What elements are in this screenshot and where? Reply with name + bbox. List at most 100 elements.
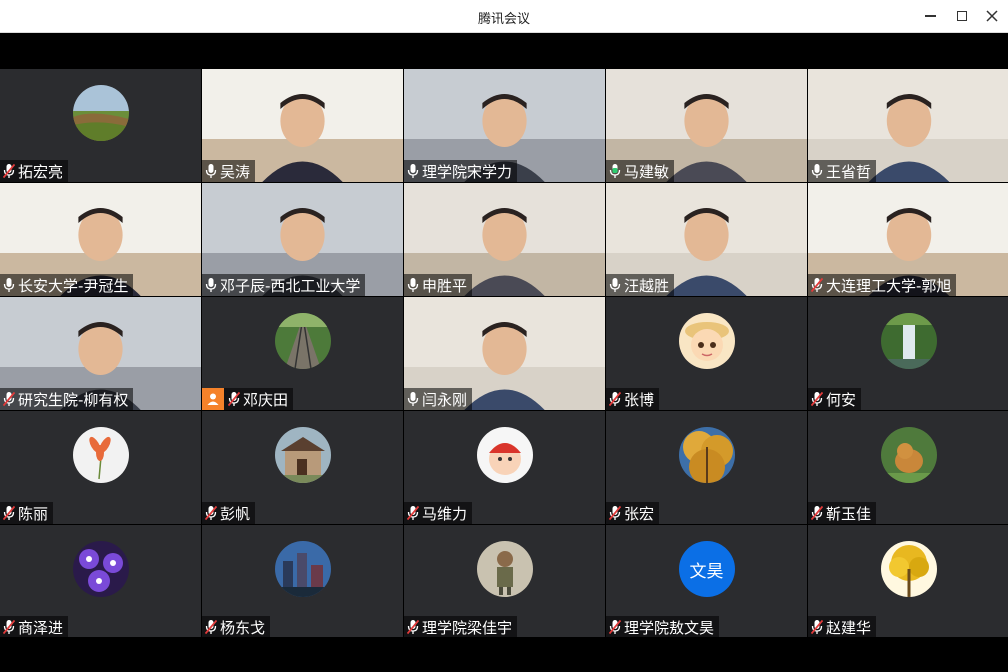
participant-name: 理学院梁佳宇 (422, 618, 513, 637)
landscape-avatar-image (72, 85, 129, 141)
participant-name: 闫永刚 (422, 390, 468, 409)
cartoon-boy-avatar-image (678, 313, 735, 369)
minimize-button[interactable] (916, 3, 944, 29)
participant-tile[interactable]: 张宏 (606, 411, 807, 524)
participant-tile[interactable]: 吴涛 (202, 69, 403, 182)
participant-name: 靳玉佳 (826, 504, 872, 523)
participant-name: 申胜平 (422, 276, 468, 295)
child-photo-avatar-image (476, 541, 533, 597)
mic-muted-icon (811, 277, 823, 293)
participant-tile[interactable]: 邓子辰-西北工业大学 (202, 183, 403, 296)
participant-tile[interactable]: 张博 (606, 297, 807, 410)
avatar (881, 427, 937, 483)
name-bar: 长安大学-尹冠生 (0, 274, 134, 296)
avatar-initials: 文昊 (689, 561, 724, 582)
name-bar: 靳玉佳 (808, 502, 877, 524)
mic-muted-icon (3, 619, 15, 635)
city-night-avatar-image (274, 541, 331, 597)
avatar (274, 313, 331, 369)
microphone-icon (609, 164, 621, 178)
top-toolbar-area (0, 33, 1008, 69)
participant-tile[interactable]: 大连理工大学-郭旭 (808, 183, 1008, 296)
participant-tile[interactable]: 拓宏亮 (0, 69, 201, 182)
name-bar: 理学院宋学力 (404, 160, 518, 182)
participant-name: 马建敏 (624, 162, 670, 181)
name-bar: 商泽进 (0, 616, 69, 638)
avatar (274, 541, 331, 597)
participant-name: 马维力 (422, 504, 468, 523)
participant-name: 大连理工大学-郭旭 (826, 276, 952, 295)
participant-tile[interactable]: 马建敏 (606, 69, 807, 182)
participant-name: 理学院宋学力 (422, 162, 513, 181)
participant-tile[interactable]: 马维力 (404, 411, 605, 524)
participant-name: 王省哲 (826, 162, 872, 181)
participant-tile[interactable]: 长安大学-尹冠生 (0, 183, 201, 296)
close-button[interactable] (978, 3, 1006, 29)
window-title: 腾讯会议 (477, 12, 530, 27)
name-bar: 理学院梁佳宇 (404, 616, 518, 638)
participant-tile[interactable]: 靳玉佳 (808, 411, 1008, 524)
house-avatar-image (274, 427, 331, 483)
participant-tile[interactable]: 理学院梁佳宇 (404, 525, 605, 638)
mic-muted-icon (811, 391, 823, 407)
participant-name: 何安 (826, 390, 857, 409)
microphone-icon (811, 164, 823, 178)
participant-tile[interactable]: 何安 (808, 297, 1008, 410)
participant-tile[interactable]: 闫永刚 (404, 297, 605, 410)
bottom-toolbar-area (0, 637, 1008, 672)
avatar (678, 313, 735, 369)
name-bar: 张宏 (606, 502, 660, 524)
participant-name: 汪越胜 (624, 276, 670, 295)
participant-name: 杨东戈 (220, 618, 266, 637)
participant-tile[interactable]: 邓庆田 (202, 297, 403, 410)
participant-tile[interactable]: 陈丽 (0, 411, 201, 524)
name-bar: 陈丽 (0, 502, 54, 524)
mic-muted-icon (228, 391, 240, 407)
mic-muted-icon (407, 505, 419, 521)
microphone-icon (3, 278, 15, 292)
participant-tile[interactable]: 王省哲 (808, 69, 1008, 182)
microphone-icon (205, 278, 217, 292)
participant-tile[interactable]: 研究生院-柳有权 (0, 297, 201, 410)
name-bar: 马维力 (404, 502, 473, 524)
maximize-button[interactable] (948, 3, 976, 29)
name-bar: 闫永刚 (404, 388, 473, 410)
golden-tree-avatar-image (881, 541, 937, 597)
participant-tile[interactable]: 杨东戈 (202, 525, 403, 638)
participant-tile[interactable]: 理学院宋学力 (404, 69, 605, 182)
host-user-icon (202, 388, 224, 410)
participant-name: 邓子辰-西北工业大学 (220, 276, 361, 295)
flower-avatar-image (72, 427, 129, 483)
participant-tile[interactable]: 申胜平 (404, 183, 605, 296)
avatar (881, 541, 937, 597)
name-bar: 大连理工大学-郭旭 (808, 274, 957, 296)
participant-name: 赵建华 (826, 618, 872, 637)
waterfall-avatar-image (881, 313, 937, 369)
name-bar: 吴涛 (202, 160, 256, 182)
participant-tile[interactable]: 汪越胜 (606, 183, 807, 296)
avatar (678, 427, 735, 483)
microphone-icon (609, 278, 621, 292)
avatar (72, 85, 129, 141)
participant-tile[interactable]: 赵建华 (808, 525, 1008, 638)
name-bar: 赵建华 (808, 616, 877, 638)
microphone-icon (407, 164, 419, 178)
participant-tile[interactable]: 商泽进 (0, 525, 201, 638)
name-bar: 汪越胜 (606, 274, 675, 296)
microphone-icon (407, 392, 419, 406)
participant-name: 商泽进 (18, 618, 64, 637)
microphone-icon (205, 164, 217, 178)
name-bar: 邓庆田 (202, 388, 294, 410)
participant-name: 吴涛 (220, 162, 251, 181)
mic-muted-icon (811, 505, 823, 521)
name-bar: 何安 (808, 388, 862, 410)
name-bar: 申胜平 (404, 274, 473, 296)
name-bar: 王省哲 (808, 160, 877, 182)
participant-tile[interactable]: 文昊 理学院敖文昊 (606, 525, 807, 638)
participant-tile[interactable]: 彭帆 (202, 411, 403, 524)
name-bar: 杨东戈 (202, 616, 271, 638)
avatar (72, 427, 129, 483)
purple-flowers-avatar-image (72, 541, 129, 597)
name-bar: 马建敏 (606, 160, 675, 182)
minimize-icon (924, 15, 936, 17)
